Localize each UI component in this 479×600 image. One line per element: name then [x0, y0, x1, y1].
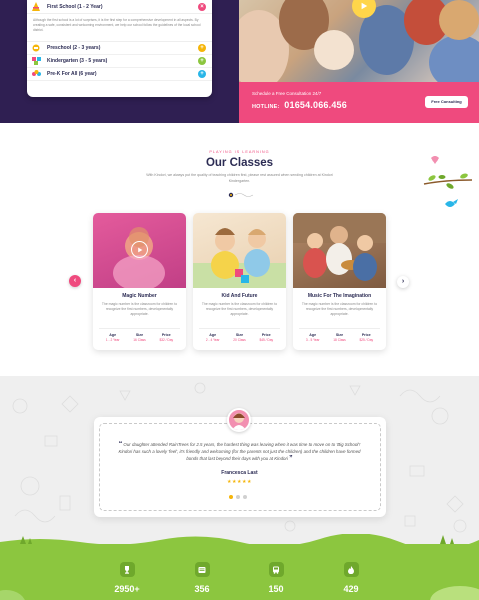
plus-icon[interactable]: +: [198, 70, 206, 78]
accordion-item-first-school[interactable]: First School (1 - 2 Year) ×: [27, 0, 212, 14]
cone-icon: [31, 2, 41, 12]
class-title[interactable]: Music For The Imagination: [293, 293, 386, 299]
class-stats: Age 2 - 4 Year Size 20 Class Price $45 / Da…: [199, 328, 280, 342]
section-description: With Kindori, we always put the quality …: [146, 173, 333, 183]
testimonial-card: [94, 417, 386, 517]
divider-icon: [228, 192, 254, 198]
accordion-item-kindergarten[interactable]: Kindergarten (3 - 5 years) +: [27, 55, 212, 68]
play-icon: [137, 247, 142, 252]
stat-price: Price $32 / Day: [159, 333, 174, 342]
carousel-next-button[interactable]: ›: [397, 276, 409, 288]
class-cards: Magic Number The magic number is the cla…: [93, 213, 386, 351]
accordion-title: Kindergarten (3 - 5 years): [47, 58, 108, 64]
stat-value: 356: [194, 584, 210, 594]
accordion-item-pre-k[interactable]: Pre-K For All (6 year) +: [27, 68, 212, 81]
pagination-dot[interactable]: [236, 494, 240, 499]
class-description: The magic number is the classroom for ch…: [101, 302, 178, 316]
class-stats: Age 3 - 5 Year Size 18 Class Price $25 / Da…: [299, 328, 380, 342]
free-consulting-button[interactable]: Free Consulting: [425, 96, 468, 108]
carousel-prev-button[interactable]: ‹: [69, 275, 81, 287]
class-title[interactable]: Magic Number: [93, 293, 186, 299]
class-card[interactable]: Music For The Imagination The magic numb…: [293, 213, 386, 350]
accordion-body: Although the first school is a lot of su…: [27, 14, 212, 42]
program-accordion: First School (1 - 2 Year) × Although the…: [27, 0, 212, 97]
stat-size: Size 20 Class: [233, 333, 246, 342]
bus-icon: [268, 562, 284, 577]
avatar: [227, 408, 251, 432]
stat-age: Age 1 - 2 Year: [105, 333, 120, 342]
stat-value: 2950+: [114, 584, 140, 594]
book-icon: [194, 562, 210, 577]
stat-counter: 429: [331, 562, 371, 594]
hotline-number[interactable]: 01654.066.456: [284, 100, 347, 110]
hero-section: Schedule a Free Consultation 24/7 HOTLIN…: [0, 0, 479, 123]
class-image: [193, 213, 286, 288]
testimonial-author: Francesca Last: [221, 470, 258, 476]
hotline-prefix: HOTLINE:: [252, 104, 280, 110]
class-description: The magic number is the classroom for ch…: [301, 302, 378, 316]
quote-text: Our daughter attended RainTrees for 2.5 …: [118, 442, 361, 461]
testimonial-pagination: [229, 494, 251, 499]
quote-close-icon: ”: [289, 455, 293, 462]
stat-price: Price $25 / Day: [359, 333, 374, 342]
class-description: The magic number is the classroom for ch…: [201, 302, 278, 316]
class-stats: Age 1 - 2 Year Size 16 Class Price $32 / Da…: [99, 328, 180, 342]
stat-counter: 150: [256, 562, 296, 594]
consultation-label: Schedule a Free Consultation 24/7: [252, 91, 322, 96]
hero-photo: [239, 0, 479, 82]
class-image: [93, 213, 186, 288]
trophy-icon: [119, 562, 135, 577]
plus-icon[interactable]: +: [198, 57, 206, 65]
accordion-title: Preschool (2 - 3 years): [47, 45, 101, 51]
fire-icon: [343, 562, 359, 577]
class-image: [293, 213, 386, 288]
pagination-dot[interactable]: [229, 494, 233, 499]
page: Schedule a Free Consultation 24/7 HOTLIN…: [0, 0, 479, 600]
section-title: Our Classes: [205, 157, 274, 169]
stat-price: Price $45 / Day: [259, 333, 274, 342]
pagination-dot[interactable]: [243, 494, 247, 499]
accordion-item-preschool[interactable]: Preschool (2 - 3 years) +: [27, 42, 212, 55]
stat-counter: 2950+: [107, 562, 147, 594]
stat-size: Size 16 Class: [133, 333, 146, 342]
testimonial-quote: “ Our daughter attended RainTrees for 2.…: [112, 441, 367, 462]
quote-open-icon: “: [118, 441, 123, 448]
toy-icon: [31, 43, 41, 53]
abc-icon: [31, 69, 41, 79]
plus-icon[interactable]: +: [198, 44, 206, 52]
stat-age: Age 2 - 4 Year: [205, 333, 220, 342]
close-icon[interactable]: ×: [198, 2, 206, 11]
stat-value: 429: [343, 584, 359, 594]
class-play-button[interactable]: [131, 241, 148, 258]
class-card[interactable]: Kid And Future The magic number is the c…: [193, 213, 286, 350]
class-title[interactable]: Kid And Future: [193, 293, 286, 299]
stat-value: 150: [268, 584, 284, 594]
blocks-icon: [31, 56, 41, 66]
section-kicker: PLAYING IS LEARNING: [209, 150, 270, 154]
stat-counter: 356: [182, 562, 222, 594]
hotline: HOTLINE: 01654.066.456: [252, 100, 347, 110]
accordion-title: First School (1 - 2 Year): [47, 3, 103, 10]
rating-stars-icon: ★★★★★: [227, 479, 252, 485]
stat-size: Size 18 Class: [333, 333, 346, 342]
stats-section: [0, 544, 479, 600]
stat-age: Age 3 - 5 Year: [305, 333, 320, 342]
bird-branch-icon: [423, 156, 473, 207]
play-icon: [361, 2, 368, 10]
class-card[interactable]: Magic Number The magic number is the cla…: [93, 213, 186, 350]
accordion-title: Pre-K For All (6 year): [47, 71, 97, 77]
